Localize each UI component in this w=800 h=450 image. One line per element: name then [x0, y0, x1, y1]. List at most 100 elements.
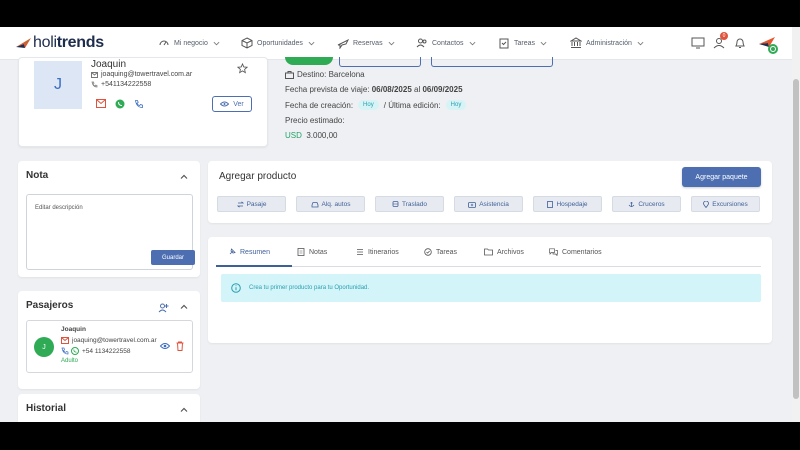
chevron-down-icon — [540, 41, 547, 45]
nav-label: Mi negocio — [174, 39, 208, 47]
nav-administracion[interactable]: Administración — [570, 37, 644, 49]
anchor-icon — [629, 201, 635, 207]
user-avatar[interactable] — [757, 33, 779, 55]
bank-icon — [570, 37, 582, 48]
check-circle-icon — [424, 248, 432, 256]
scrollbar-thumb[interactable] — [793, 79, 799, 399]
pasajeros-title: Pasajeros — [26, 300, 74, 311]
pasajero-item: J Joaquin joaquing@towertravel.com.ar +5… — [26, 320, 193, 373]
top-navbar: holitrends Mi negocio Oportunidades Rese… — [0, 27, 792, 60]
mail-action-icon[interactable] — [96, 99, 106, 108]
suitcase-icon — [285, 70, 294, 79]
brand-name: holitrends — [33, 34, 104, 51]
mail-icon — [91, 71, 98, 78]
active-tab-indicator — [216, 265, 292, 267]
phone-icon — [61, 347, 69, 355]
tabs-card: Resumen Notas Itinerarios Tareas Archivo… — [208, 237, 772, 343]
nota-title: Nota — [26, 170, 49, 181]
nav-label: Tareas — [514, 39, 536, 47]
agregar-producto-card: Agregar producto Agregar paquete Pasaje … — [208, 161, 772, 223]
note-icon — [297, 248, 305, 256]
phone-icon — [91, 81, 98, 88]
product-pasaje-button[interactable]: Pasaje — [217, 196, 286, 212]
chevron-down-icon — [388, 41, 395, 45]
nav-contactos[interactable]: Contactos — [416, 37, 476, 49]
chevron-down-icon — [469, 41, 475, 45]
guardar-button[interactable]: Guardar — [151, 250, 195, 265]
pasajeros-card: Pasajeros J Joaquin joaquing@towertravel… — [18, 291, 200, 389]
swap-icon — [236, 200, 244, 208]
chevron-down-icon — [213, 41, 220, 45]
nav-mi-negocio[interactable]: Mi negocio — [158, 37, 220, 49]
trip-destino: Destino: Barcelona — [285, 70, 365, 79]
product-cruceros-button[interactable]: Cruceros — [612, 196, 681, 212]
mail-icon — [61, 337, 69, 344]
trash-icon[interactable] — [176, 341, 184, 351]
client-avatar: J — [34, 61, 82, 109]
contacts-icon — [416, 38, 427, 48]
nav-label: Reservas — [353, 39, 383, 47]
agregar-paquete-button[interactable]: Agregar paquete — [682, 167, 761, 187]
tab-resumen[interactable]: Resumen — [228, 248, 270, 256]
whatsapp-icon[interactable] — [115, 99, 125, 109]
info-banner: Crea tu primer producto para tu Oportuni… — [221, 274, 761, 302]
whatsapp-icon — [71, 347, 79, 355]
nota-textarea[interactable]: Editar descripción Guardar — [26, 194, 195, 270]
nav-label: Administración — [586, 39, 632, 47]
pin-outline-icon — [229, 248, 236, 255]
product-asistencia-button[interactable]: Asistencia — [454, 196, 523, 212]
client-email: joaquing@towertravel.com.ar — [91, 71, 192, 78]
nav-oportunidades[interactable]: Oportunidades — [241, 37, 315, 49]
phone-action-icon[interactable] — [134, 99, 144, 109]
tab-divider — [216, 266, 761, 267]
eye-icon — [220, 101, 230, 107]
agregar-producto-title: Agregar producto — [219, 171, 297, 182]
tab-comentarios[interactable]: Comentarios — [549, 248, 602, 256]
medkit-icon — [468, 201, 477, 208]
vertical-scrollbar[interactable] — [792, 27, 800, 422]
tab-itinerarios[interactable]: Itinerarios — [356, 248, 399, 256]
tab-tareas[interactable]: Tareas — [424, 248, 457, 256]
chevron-down-icon — [637, 41, 644, 45]
trip-fecha: Fecha prevista de viaje: 06/08/2025 al 0… — [285, 85, 463, 94]
ver-button[interactable]: Ver — [212, 96, 252, 112]
pin-icon — [703, 200, 710, 208]
nota-placeholder: Editar descripción — [35, 205, 83, 211]
add-user-icon[interactable] — [158, 302, 169, 313]
action-button-2[interactable] — [431, 57, 553, 67]
creacion-chip: Hoy — [358, 100, 379, 110]
car-icon — [311, 201, 318, 207]
nav-reservas[interactable]: Reservas — [337, 37, 395, 49]
client-card: J Joaquin joaquing@towertravel.com.ar +5… — [18, 57, 268, 147]
action-button-1[interactable] — [339, 57, 421, 67]
chevron-up-icon[interactable] — [179, 302, 189, 312]
info-icon — [231, 283, 241, 293]
star-icon[interactable] — [237, 63, 248, 74]
bell-icon[interactable] — [733, 36, 747, 50]
product-traslado-button[interactable]: Traslado — [375, 196, 444, 212]
tab-notas[interactable]: Notas — [297, 248, 327, 256]
monitor-icon[interactable] — [691, 36, 705, 50]
product-autos-button[interactable]: Alq. autos — [296, 196, 365, 212]
chevron-up-icon[interactable] — [179, 405, 189, 415]
client-phone: +541134222558 — [91, 81, 151, 88]
edicion-chip: Hoy — [445, 100, 467, 110]
logo[interactable]: holitrends — [15, 34, 104, 52]
pasajero-phone: +54 1134222558 — [61, 347, 131, 355]
trip-creacion: Fecha de creación: Hoy / Última edición:… — [285, 100, 471, 110]
view-passenger-icon[interactable] — [160, 342, 170, 350]
tab-archivos[interactable]: Archivos — [484, 248, 524, 256]
trip-precio: USD 3.000,00 — [285, 131, 338, 140]
nav-tareas[interactable]: Tareas — [498, 37, 547, 49]
product-hospedaje-button[interactable]: Hospedaje — [533, 196, 602, 212]
status-pill[interactable] — [285, 57, 333, 65]
gauge-icon — [159, 40, 169, 46]
cube-icon — [241, 37, 253, 49]
pasajero-type: Adulto — [61, 358, 79, 364]
product-excursiones-button[interactable]: Excursiones — [691, 196, 760, 212]
trip-precio-label: Precio estimado: — [285, 116, 345, 125]
chevron-up-icon[interactable] — [179, 172, 189, 182]
nav-label: Contactos — [432, 39, 464, 47]
nota-card: Nota Editar descripción Guardar — [18, 161, 200, 277]
logo-arrow-icon — [16, 38, 31, 48]
